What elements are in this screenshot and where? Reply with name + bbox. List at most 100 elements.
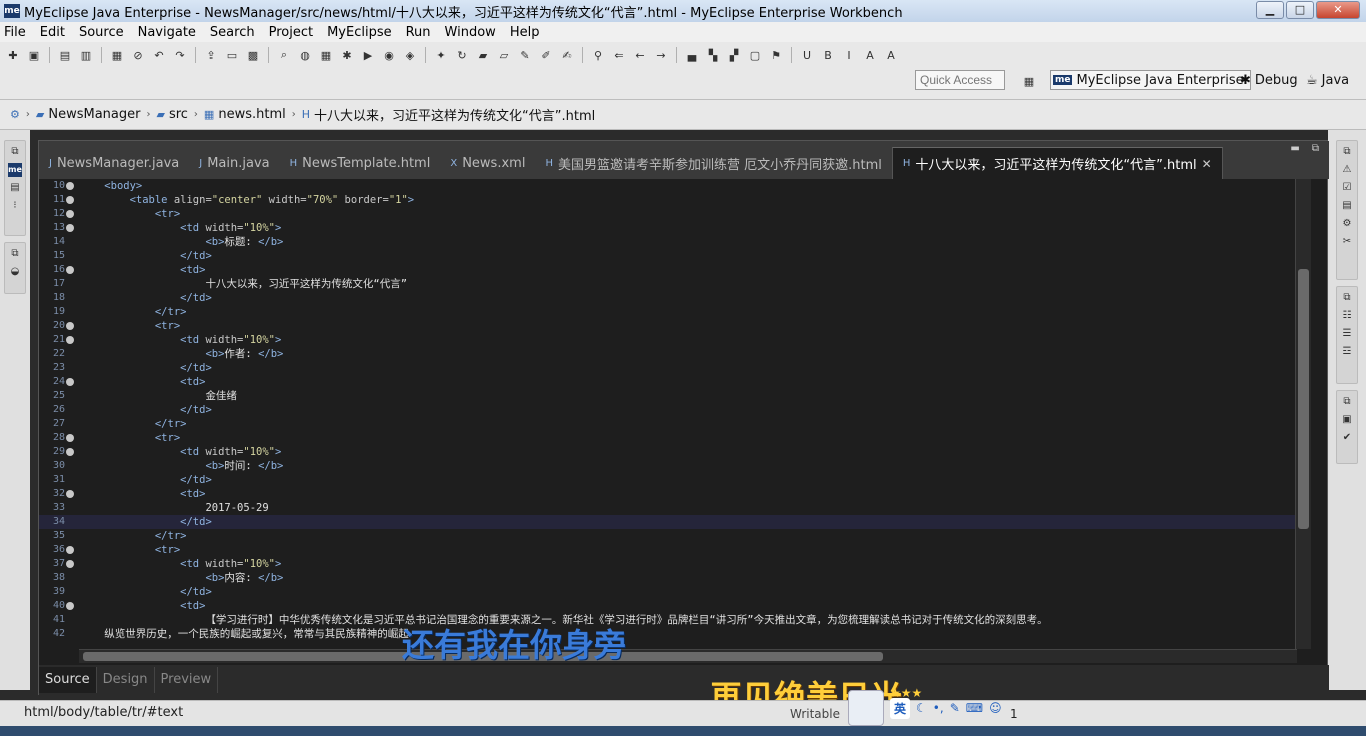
fold-marker-icon[interactable]	[66, 560, 74, 568]
menu-run[interactable]: Run	[406, 25, 431, 40]
font-larger-icon[interactable]: A	[861, 46, 879, 64]
restore-icon[interactable]: ⧉	[1340, 145, 1354, 159]
menu-source[interactable]: Source	[79, 25, 124, 40]
restore-icon[interactable]: ⧉	[1340, 395, 1354, 409]
code-line[interactable]: 32 <td>	[39, 487, 1297, 501]
fold-marker-icon[interactable]	[66, 602, 74, 610]
code-line[interactable]: 18 </td>	[39, 291, 1297, 305]
code-line[interactable]: 36 <tr>	[39, 543, 1297, 557]
perspective-myeclipse[interactable]: me MyEclipse Java Enterprise	[1050, 70, 1251, 90]
code-line[interactable]: 24 <td>	[39, 375, 1297, 389]
code-line[interactable]: 30 <b>时间: </b>	[39, 459, 1297, 473]
prev-annotation-icon[interactable]: ⇐	[610, 46, 628, 64]
myeclipse-view-icon[interactable]: me	[8, 163, 22, 177]
outline-icon[interactable]: ⁝	[8, 199, 22, 213]
outline-view-icon[interactable]: ☷	[1340, 309, 1354, 323]
close-button[interactable]: ✕	[1316, 1, 1360, 19]
deploy-icon[interactable]: ⇪	[202, 46, 220, 64]
undo-icon[interactable]: ↶	[150, 46, 168, 64]
fold-marker-icon[interactable]	[66, 378, 74, 386]
code-line[interactable]: 13 <td width="10%">	[39, 221, 1297, 235]
close-tab-icon[interactable]: ✕	[1202, 157, 1212, 171]
tab-nba-html[interactable]: H 美国男篮邀请考辛斯参加训练营 厄文小乔丹同获邀.html	[535, 147, 891, 179]
code-line[interactable]: 20 <tr>	[39, 319, 1297, 333]
menu-project[interactable]: Project	[269, 25, 313, 40]
breadcrumb-root[interactable]: ⚙	[10, 108, 20, 121]
pin-icon[interactable]: ⚲	[589, 46, 607, 64]
tasks-icon[interactable]: ☑	[1340, 181, 1354, 195]
new-project-icon[interactable]: ▣	[25, 46, 43, 64]
screen-icon[interactable]: ▢	[746, 46, 764, 64]
menu-edit[interactable]: Edit	[40, 25, 65, 40]
code-line[interactable]: 17 十八大以来，习近平这样为传统文化“代言”	[39, 277, 1297, 291]
palette-view-icon[interactable]: ☲	[1340, 345, 1354, 359]
code-line[interactable]: 26 </td>	[39, 403, 1297, 417]
underline-icon[interactable]: U	[798, 46, 816, 64]
fold-marker-icon[interactable]	[66, 224, 74, 232]
problems-icon[interactable]: ⚠	[1340, 163, 1354, 177]
breadcrumb-project[interactable]: ▰ NewsManager	[36, 107, 141, 122]
tab-source[interactable]: Source	[39, 667, 97, 693]
moon-icon[interactable]: ☾	[916, 701, 927, 715]
code-line[interactable]: 39 </td>	[39, 585, 1297, 599]
code-line[interactable]: 15 </td>	[39, 249, 1297, 263]
code-line[interactable]: 12 <tr>	[39, 207, 1297, 221]
task-icon[interactable]: ✐	[537, 46, 555, 64]
horizontal-scrollbar[interactable]	[79, 649, 1297, 663]
breadcrumb-package[interactable]: ▦ news.html	[204, 107, 286, 122]
restore-icon[interactable]: ⧉	[8, 145, 22, 159]
code-line[interactable]: 16 <td>	[39, 263, 1297, 277]
wrench-icon[interactable]: ✎	[950, 701, 960, 715]
restore-icon[interactable]: ⧉	[1340, 291, 1354, 305]
paint-brush-icon[interactable]: ✎	[516, 46, 534, 64]
servers-icon[interactable]: ⚙	[1340, 217, 1354, 231]
font-smaller-icon[interactable]: A	[882, 46, 900, 64]
menu-file[interactable]: File	[4, 25, 26, 40]
fold-marker-icon[interactable]	[66, 182, 74, 190]
breadcrumb-src[interactable]: ▰ src	[156, 107, 187, 122]
split-icon[interactable]: ▚	[704, 46, 722, 64]
menu-navigate[interactable]: Navigate	[138, 25, 196, 40]
layout-icon[interactable]: ▦	[317, 46, 335, 64]
redo-icon[interactable]: ↷	[171, 46, 189, 64]
code-line[interactable]: 19 </tr>	[39, 305, 1297, 319]
fold-marker-icon[interactable]	[66, 434, 74, 442]
tab-main-java[interactable]: J Main.java	[189, 147, 279, 179]
skip-breakpoints-icon[interactable]: ⊘	[129, 46, 147, 64]
properties-view-icon[interactable]: ☰	[1340, 327, 1354, 341]
fold-marker-icon[interactable]	[66, 490, 74, 498]
code-line[interactable]: 25 金佳绪	[39, 389, 1297, 403]
hierarchy-icon[interactable]: ▤	[8, 181, 22, 195]
save-icon[interactable]: ▤	[56, 46, 74, 64]
punctuation-icon[interactable]: •,	[933, 701, 944, 715]
snippets-icon[interactable]: ✂	[1340, 235, 1354, 249]
fold-marker-icon[interactable]	[66, 448, 74, 456]
menu-search[interactable]: Search	[210, 25, 255, 40]
minimize-button[interactable]: ▁	[1256, 1, 1284, 19]
forward-icon[interactable]: →	[652, 46, 670, 64]
code-line[interactable]: 33 2017-05-29	[39, 501, 1297, 515]
code-line[interactable]: 27 </tr>	[39, 417, 1297, 431]
layers-icon[interactable]: ▞	[725, 46, 743, 64]
tab-newsmanager-java[interactable]: J NewsManager.java	[39, 147, 189, 179]
code-line[interactable]: 37 <td width="10%">	[39, 557, 1297, 571]
code-line[interactable]: 28 <tr>	[39, 431, 1297, 445]
tab-preview[interactable]: Preview	[155, 667, 219, 693]
database-icon[interactable]: ◒	[8, 265, 22, 279]
code-line[interactable]: 31 </td>	[39, 473, 1297, 487]
palette-icon[interactable]: ▄	[683, 46, 701, 64]
fold-marker-icon[interactable]	[66, 336, 74, 344]
open-perspective-icon[interactable]: ▦	[1020, 72, 1038, 90]
properties-icon[interactable]: ⚑	[767, 46, 785, 64]
console-icon[interactable]: ▤	[1340, 199, 1354, 213]
grid-icon[interactable]: ▩	[244, 46, 262, 64]
code-line[interactable]: 41 【学习进行时】中华优秀传统文化是习近平总书记治国理念的重要来源之一。新华社…	[39, 613, 1297, 627]
code-line[interactable]: 38 <b>内容: </b>	[39, 571, 1297, 585]
code-line[interactable]: 14 <b>标题: </b>	[39, 235, 1297, 249]
smiley-icon[interactable]: ☺	[989, 701, 1002, 715]
code-line[interactable]: 29 <td width="10%">	[39, 445, 1297, 459]
fold-marker-icon[interactable]	[66, 322, 74, 330]
menu-help[interactable]: Help	[510, 25, 540, 40]
code-line[interactable]: 21 <td width="10%">	[39, 333, 1297, 347]
code-line[interactable]: 35 </tr>	[39, 529, 1297, 543]
